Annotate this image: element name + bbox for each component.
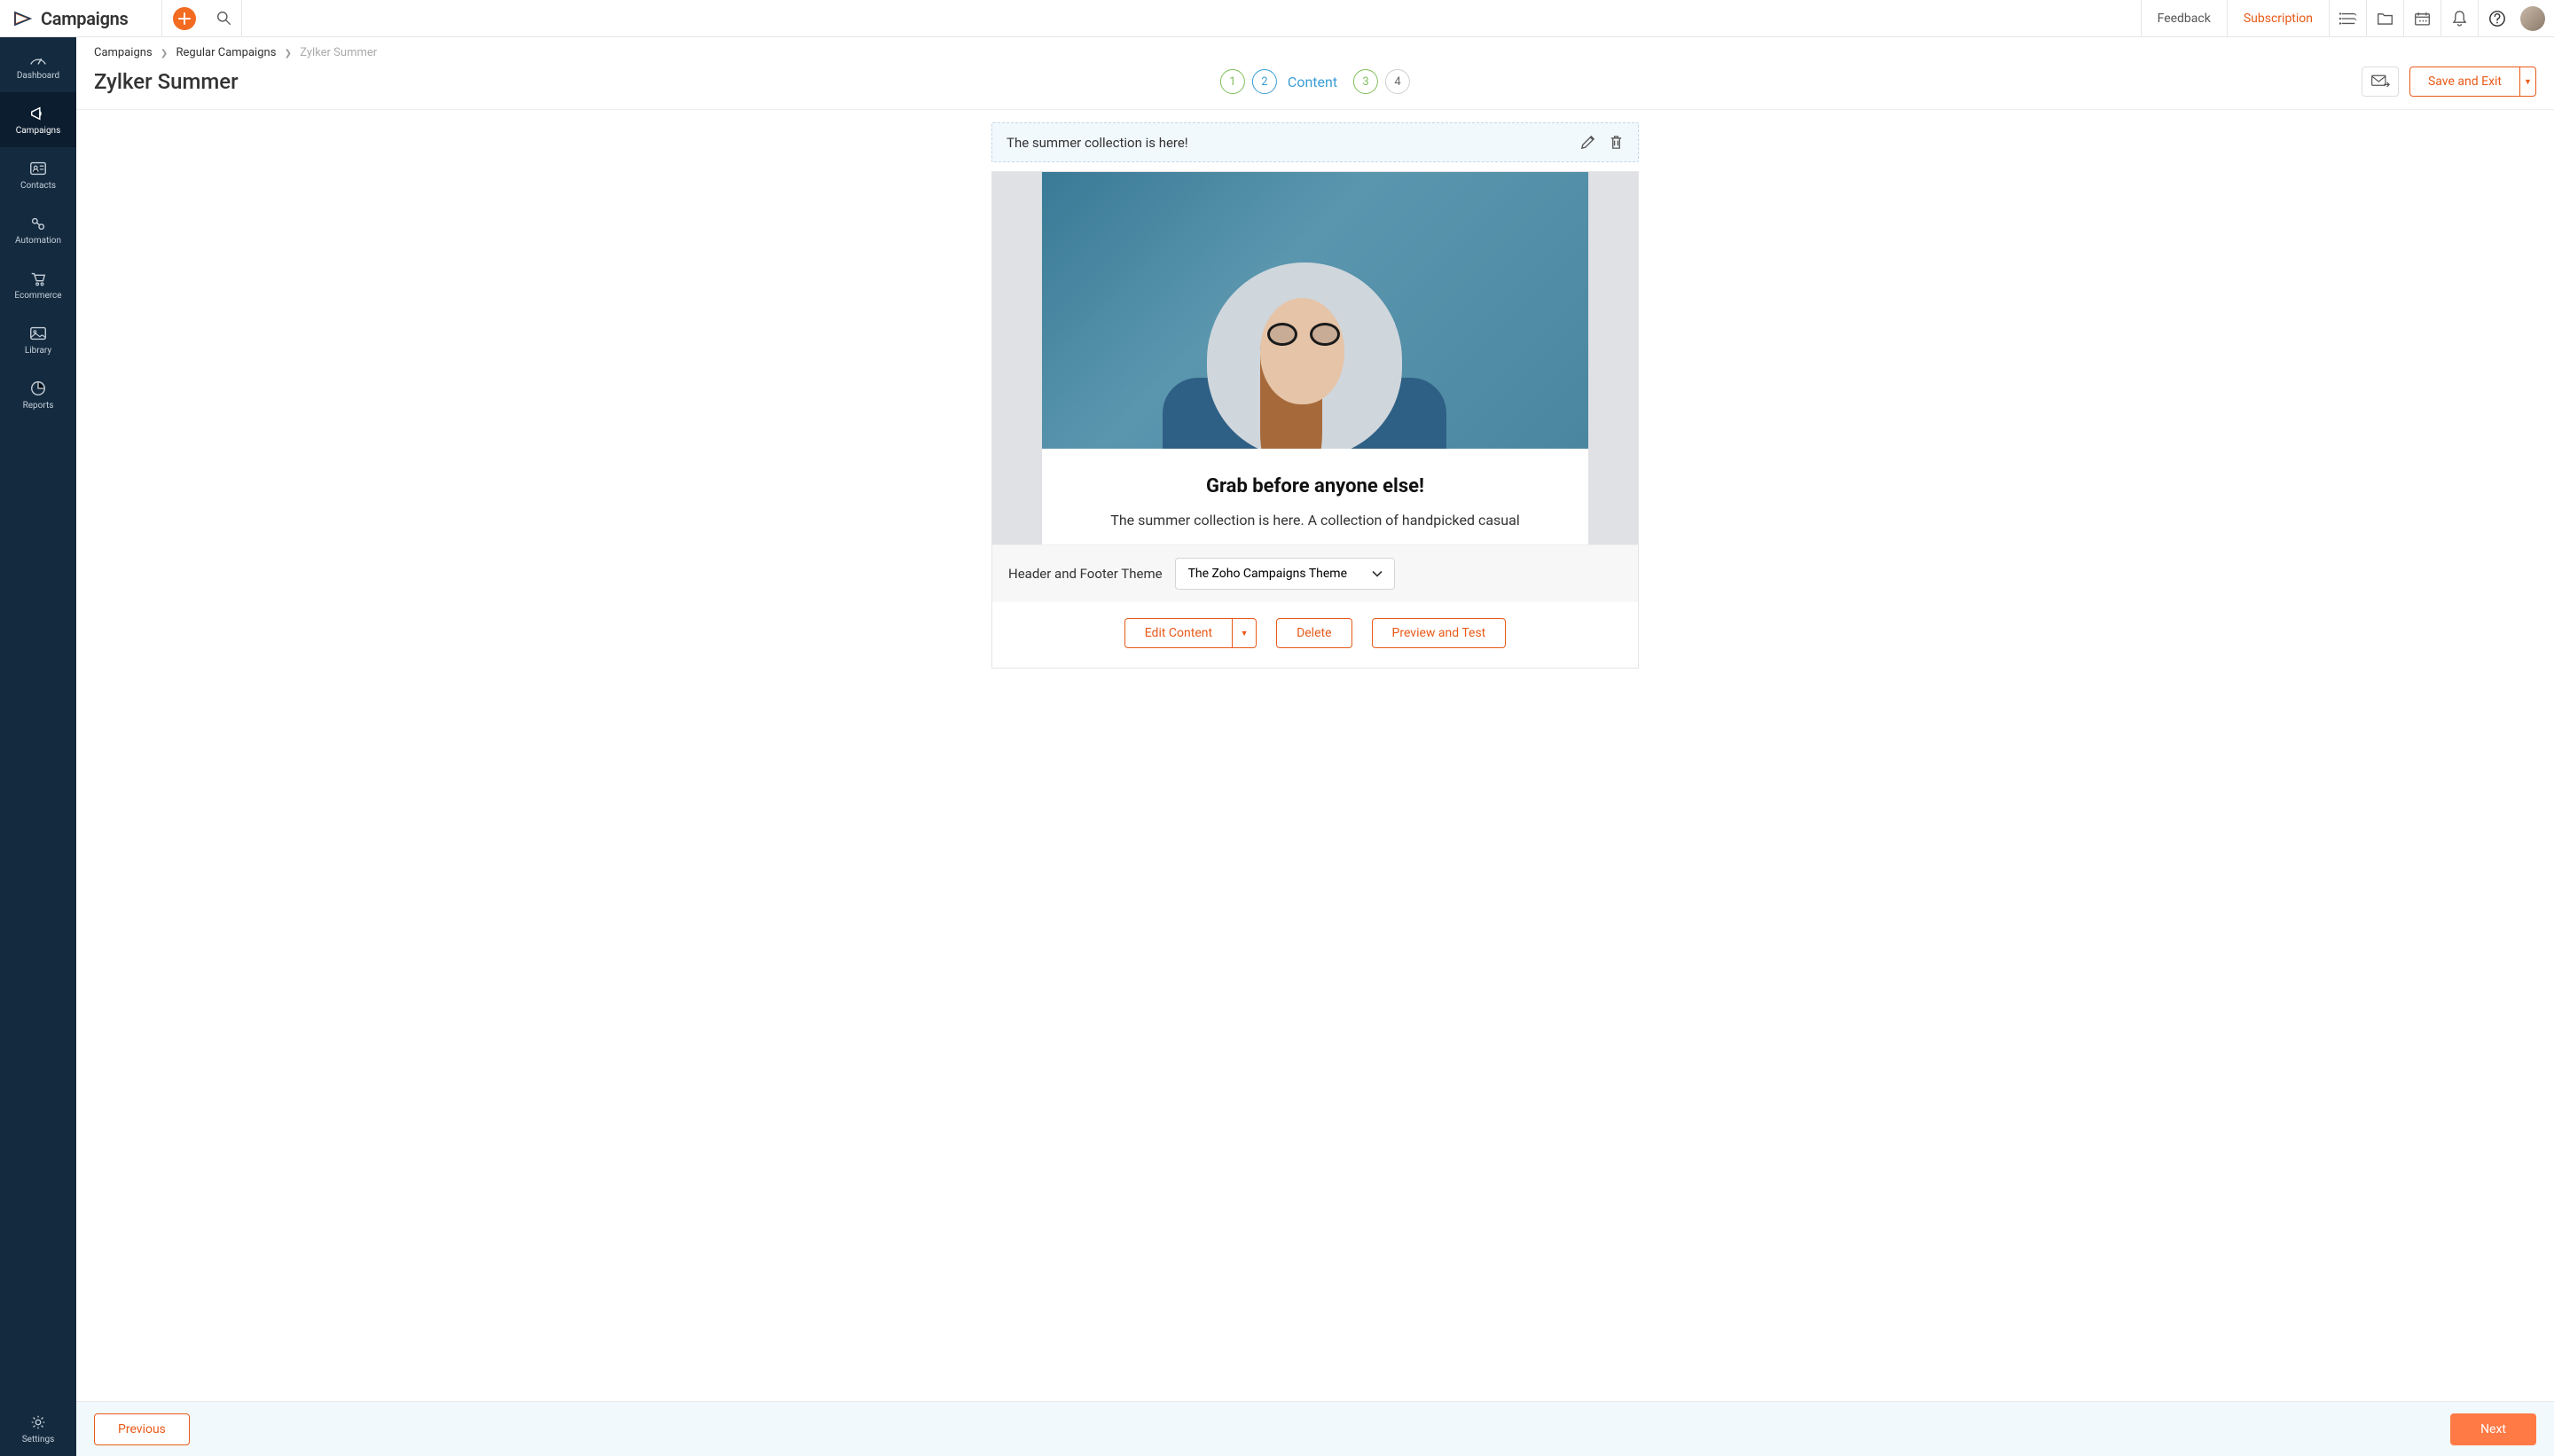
sidebar-item-label: Automation (15, 236, 61, 246)
topbar: Campaigns Feedback Subscription (0, 0, 2554, 37)
search-icon (216, 11, 231, 26)
theme-selected: The Zoho Campaigns Theme (1188, 567, 1347, 581)
breadcrumb-campaigns[interactable]: Campaigns (94, 46, 153, 59)
sidebar-item-label: Ecommerce (14, 291, 61, 301)
theme-select[interactable]: The Zoho Campaigns Theme (1175, 558, 1395, 590)
breadcrumb: Campaigns ❯ Regular Campaigns ❯ Zylker S… (76, 37, 2554, 67)
title-actions: Save and Exit ▼ (2362, 67, 2536, 97)
title-row: Zylker Summer 1 2 Content 3 4 Save and E… (76, 67, 2554, 110)
image-icon (28, 325, 48, 342)
hero-headline: Grab before anyone else! (1206, 475, 1424, 497)
breadcrumb-current: Zylker Summer (300, 46, 377, 59)
sidebar-item-reports[interactable]: Reports (0, 367, 76, 422)
save-exit-dropdown[interactable]: ▼ (2519, 67, 2535, 96)
delete-button[interactable]: Delete (1276, 618, 1351, 648)
chevron-icon: ❯ (161, 49, 168, 59)
theme-label: Header and Footer Theme (1008, 566, 1163, 582)
page-title: Zylker Summer (94, 69, 239, 94)
piechart-icon (28, 380, 48, 397)
help-icon-button[interactable] (2478, 0, 2515, 36)
edit-content-button: Edit Content ▼ (1124, 618, 1257, 648)
help-icon (2488, 10, 2506, 27)
calendar-icon (2414, 11, 2431, 27)
subject-box[interactable]: The summer collection is here! (991, 122, 1639, 162)
subject-actions (1579, 134, 1624, 151)
sidebar-item-contacts[interactable]: Contacts (0, 147, 76, 202)
logo-area[interactable]: Campaigns (0, 0, 162, 36)
automation-icon (28, 215, 48, 232)
hero-body: The summer collection is here. A collect… (1084, 512, 1546, 528)
delete-subject-button[interactable] (1609, 134, 1624, 151)
footer-bar: Previous Next (76, 1401, 2554, 1456)
preview-panel: Grab before anyone else! The summer coll… (991, 171, 1639, 669)
gauge-icon (28, 50, 48, 67)
hero-image (1042, 172, 1588, 449)
sidebar-item-label: Contacts (20, 181, 56, 191)
calendar-icon-button[interactable] (2403, 0, 2440, 36)
step-2[interactable]: 2 (1252, 69, 1277, 94)
bell-icon-button[interactable] (2440, 0, 2478, 36)
search-button[interactable] (207, 0, 242, 36)
preview-test-button[interactable]: Preview and Test (1372, 618, 1507, 648)
folder-icon (2377, 12, 2393, 26)
sidebar-item-ecommerce[interactable]: Ecommerce (0, 257, 76, 312)
sidebar: Dashboard Campaigns Contacts Automation … (0, 37, 76, 1456)
save-exit-label[interactable]: Save and Exit (2410, 67, 2519, 96)
mail-arrow-icon (2370, 74, 2390, 90)
step-1[interactable]: 1 (1220, 69, 1245, 94)
trash-icon (1609, 134, 1624, 151)
mail-send-button[interactable] (2362, 67, 2399, 97)
steps: 1 2 Content 3 4 (1220, 69, 1410, 94)
avatar[interactable] (2520, 6, 2545, 31)
subscription-link[interactable]: Subscription (2227, 0, 2329, 36)
sidebar-item-campaigns[interactable]: Campaigns (0, 92, 76, 147)
top-right: Feedback Subscription (2141, 0, 2554, 36)
sidebar-item-automation[interactable]: Automation (0, 202, 76, 257)
app-name: Campaigns (41, 8, 129, 29)
content-area: The summer collection is here! (76, 110, 2554, 1456)
preview-inner: Grab before anyone else! The summer coll… (1042, 172, 1588, 544)
step-3[interactable]: 3 (1353, 69, 1378, 94)
edit-content-main[interactable]: Edit Content (1125, 619, 1233, 647)
sidebar-item-label: Library (25, 346, 51, 356)
step-4[interactable]: 4 (1385, 69, 1410, 94)
theme-row: Header and Footer Theme The Zoho Campaig… (992, 544, 1638, 602)
main: Campaigns ❯ Regular Campaigns ❯ Zylker S… (76, 37, 2554, 1456)
preview-frame: Grab before anyone else! The summer coll… (992, 172, 1638, 544)
save-exit-button: Save and Exit ▼ (2409, 67, 2536, 97)
campaigns-logo-icon (12, 8, 34, 29)
sidebar-item-label: Campaigns (16, 126, 61, 136)
cart-icon (28, 270, 48, 287)
list-icon-button[interactable] (2329, 0, 2366, 36)
previous-button[interactable]: Previous (94, 1413, 190, 1445)
feedback-link[interactable]: Feedback (2141, 0, 2227, 36)
sidebar-item-label: Reports (23, 401, 54, 411)
contacts-icon (28, 160, 48, 177)
megaphone-icon (28, 105, 48, 122)
next-button[interactable]: Next (2450, 1413, 2536, 1445)
edit-content-dropdown[interactable]: ▼ (1233, 629, 1256, 638)
sidebar-item-label: Settings (22, 1435, 55, 1444)
subject-text: The summer collection is here! (1007, 135, 1188, 151)
chevron-icon: ❯ (285, 49, 292, 59)
breadcrumb-regular[interactable]: Regular Campaigns (176, 46, 277, 59)
sidebar-item-library[interactable]: Library (0, 312, 76, 367)
pencil-icon (1579, 134, 1596, 151)
sidebar-item-dashboard[interactable]: Dashboard (0, 37, 76, 92)
editor-wrap: The summer collection is here! (991, 122, 1639, 669)
sidebar-item-label: Dashboard (17, 71, 59, 81)
add-button[interactable] (173, 7, 196, 30)
bell-icon (2452, 10, 2467, 27)
chevron-down-icon (1371, 570, 1383, 578)
sidebar-item-settings[interactable]: Settings (0, 1401, 76, 1456)
folder-icon-button[interactable] (2366, 0, 2403, 36)
step-2-label: Content (1288, 74, 1337, 90)
action-row: Edit Content ▼ Delete Preview and Test (992, 602, 1638, 668)
gear-icon (28, 1413, 48, 1431)
list-icon (2339, 11, 2357, 27)
edit-subject-button[interactable] (1579, 134, 1596, 151)
